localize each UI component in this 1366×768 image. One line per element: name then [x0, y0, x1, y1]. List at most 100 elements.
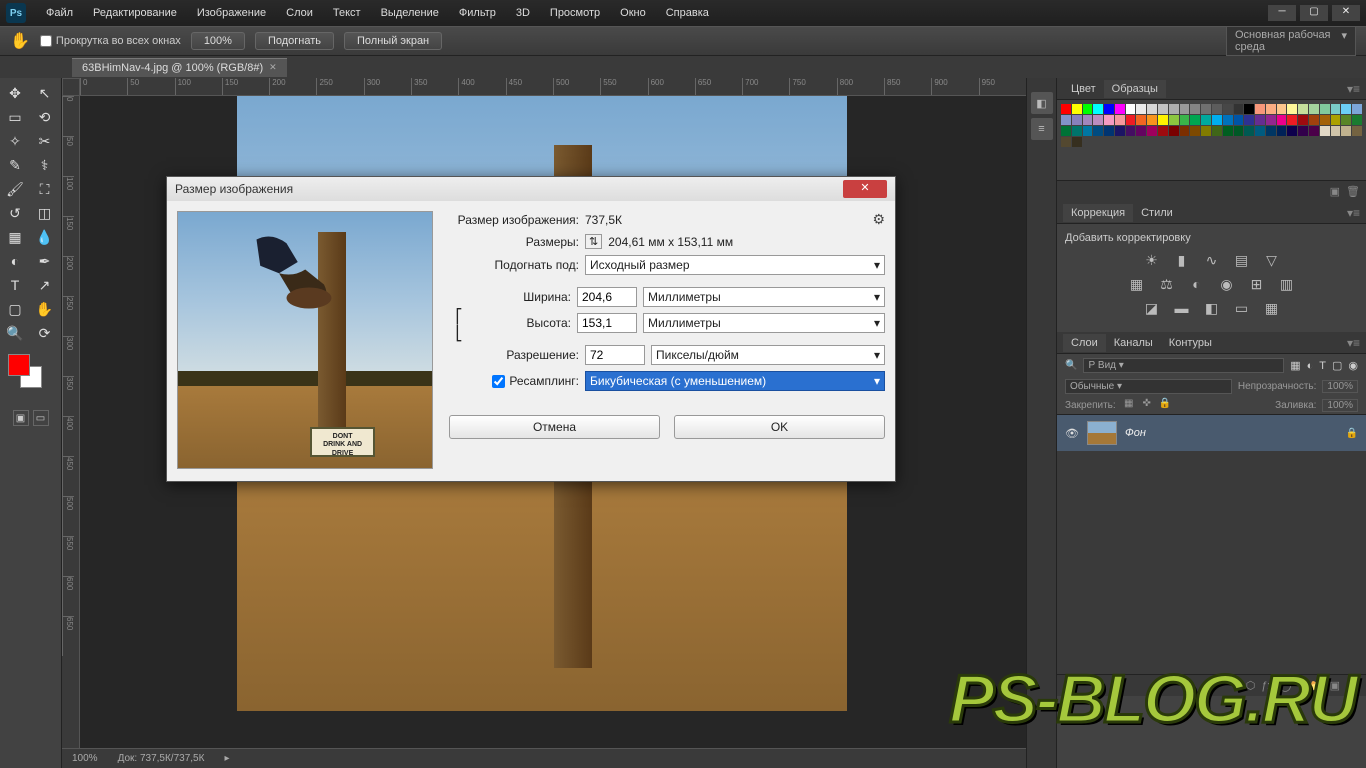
ruler-origin[interactable] [62, 78, 80, 96]
resolution-unit-dropdown[interactable]: Пикселы/дюйм▾ [651, 345, 885, 365]
swatch-cell[interactable] [1223, 115, 1233, 125]
swatch-cell[interactable] [1061, 115, 1071, 125]
swatch-cell[interactable] [1083, 115, 1093, 125]
swatch-cell[interactable] [1277, 126, 1287, 136]
swatch-cell[interactable] [1352, 126, 1362, 136]
swatch-cell[interactable] [1341, 126, 1351, 136]
swatch-cell[interactable] [1072, 126, 1082, 136]
swatch-cell[interactable] [1158, 126, 1168, 136]
swatch-cell[interactable] [1126, 126, 1136, 136]
swatch-cell[interactable] [1266, 104, 1276, 114]
shape-tool[interactable]: ▢ [2, 298, 28, 320]
wand-tool[interactable]: ✧ [2, 130, 28, 152]
swatch-cell[interactable] [1331, 104, 1341, 114]
swatch-cell[interactable] [1244, 126, 1254, 136]
dialog-close-button[interactable]: ✕ [843, 180, 887, 198]
window-minimize-button[interactable]: ─ [1268, 5, 1296, 21]
swatch-cell[interactable] [1309, 104, 1319, 114]
bw-icon[interactable]: ◐ [1187, 276, 1207, 294]
swatch-cell[interactable] [1093, 126, 1103, 136]
swatch-cell[interactable] [1287, 115, 1297, 125]
arrow-tool[interactable]: ↖ [32, 82, 58, 104]
balance-icon[interactable]: ⚖ [1157, 276, 1177, 294]
menu-filter[interactable]: Фильтр [451, 3, 504, 23]
swatch-cell[interactable] [1201, 104, 1211, 114]
swatch-cell[interactable] [1298, 126, 1308, 136]
swatch-cell[interactable] [1352, 104, 1362, 114]
filter-pixel-icon[interactable]: ▦ [1290, 359, 1300, 372]
zoom-tool[interactable]: 🔍 [2, 322, 28, 344]
swatch-cell[interactable] [1115, 115, 1125, 125]
dock-icon-2[interactable]: ≡ [1031, 118, 1053, 140]
filter-smart-icon[interactable]: ◉ [1348, 359, 1358, 372]
hand-tool[interactable]: ✋ [32, 298, 58, 320]
menu-select[interactable]: Выделение [373, 3, 447, 23]
swatch-cell[interactable] [1320, 115, 1330, 125]
menu-view[interactable]: Просмотр [542, 3, 608, 23]
menu-layers[interactable]: Слои [278, 3, 321, 23]
vertical-ruler[interactable]: 050100150200250300350400450500550600650 [62, 96, 80, 768]
swatch-cell[interactable] [1072, 104, 1082, 114]
gradient-tool[interactable]: ▦ [2, 226, 28, 248]
swatch-cell[interactable] [1298, 104, 1308, 114]
fullscreen-button[interactable]: Полный экран [344, 32, 442, 50]
crop-tool[interactable]: ✂ [32, 130, 58, 152]
swatch-cell[interactable] [1061, 126, 1071, 136]
dodge-tool[interactable]: ◐ [2, 250, 28, 272]
swatch-cell[interactable] [1115, 104, 1125, 114]
swatch-cell[interactable] [1115, 126, 1125, 136]
swatch-cell[interactable] [1190, 115, 1200, 125]
swatch-cell[interactable] [1180, 115, 1190, 125]
brush-tool[interactable]: 🖌 [2, 178, 28, 200]
swatch-cell[interactable] [1287, 104, 1297, 114]
rotate-tool[interactable]: ⟳ [32, 322, 58, 344]
marquee-tool[interactable]: ▭ [2, 106, 28, 128]
swatch-cell[interactable] [1298, 115, 1308, 125]
swatch-cell[interactable] [1201, 126, 1211, 136]
swatch-cell[interactable] [1309, 115, 1319, 125]
swatch-cell[interactable] [1093, 104, 1103, 114]
swatch-cell[interactable] [1061, 104, 1071, 114]
fit-to-dropdown[interactable]: Исходный размер▾ [585, 255, 885, 275]
swatch-cell[interactable] [1190, 126, 1200, 136]
trash-icon[interactable]: 🗑 [1346, 185, 1360, 198]
horizontal-ruler[interactable]: 0501001502002503003504004505005506006507… [80, 78, 1026, 96]
fill-value[interactable]: 100% [1322, 399, 1358, 412]
dialog-titlebar[interactable]: Размер изображения ✕ [167, 177, 895, 201]
swatch-cell[interactable] [1169, 115, 1179, 125]
stamp-tool[interactable]: ⛶ [32, 178, 58, 200]
swatch-cell[interactable] [1266, 126, 1276, 136]
opacity-value[interactable]: 100% [1322, 380, 1358, 393]
panel-menu-icon[interactable]: ▾≡ [1347, 206, 1360, 220]
swatch-cell[interactable] [1331, 126, 1341, 136]
path-tool[interactable]: ↗ [32, 274, 58, 296]
exposure-icon[interactable]: ▤ [1232, 252, 1252, 270]
swatch-cell[interactable] [1212, 115, 1222, 125]
swatch-cell[interactable] [1287, 126, 1297, 136]
dock-icon-1[interactable]: ◧ [1031, 92, 1053, 114]
swatch-cell[interactable] [1169, 104, 1179, 114]
posterize-icon[interactable]: ▬ [1172, 300, 1192, 318]
swatch-cell[interactable] [1320, 126, 1330, 136]
filter-type-icon[interactable]: T [1319, 360, 1326, 372]
swatch-cell[interactable] [1126, 104, 1136, 114]
swatch-cell[interactable] [1072, 137, 1082, 147]
menu-help[interactable]: Справка [658, 3, 717, 23]
levels-icon[interactable]: ▮ [1172, 252, 1192, 270]
hue-icon[interactable]: ▦ [1127, 276, 1147, 294]
swatch-cell[interactable] [1244, 115, 1254, 125]
swatch-cell[interactable] [1093, 115, 1103, 125]
screenmode-toggle[interactable]: ▭ [33, 410, 49, 426]
color-tab[interactable]: Цвет [1063, 80, 1104, 98]
swatch-cell[interactable] [1104, 104, 1114, 114]
swatch-cell[interactable] [1212, 126, 1222, 136]
threshold-icon[interactable]: ◧ [1202, 300, 1222, 318]
layer-name[interactable]: Фон [1125, 427, 1146, 439]
swatch-cell[interactable] [1136, 115, 1146, 125]
zoom-100-button[interactable]: 100% [191, 32, 245, 50]
swatch-cell[interactable] [1147, 104, 1157, 114]
window-close-button[interactable]: ✕ [1332, 5, 1360, 21]
window-restore-button[interactable]: ▢ [1300, 5, 1328, 21]
swatch-cell[interactable] [1341, 104, 1351, 114]
swatch-cell[interactable] [1169, 126, 1179, 136]
